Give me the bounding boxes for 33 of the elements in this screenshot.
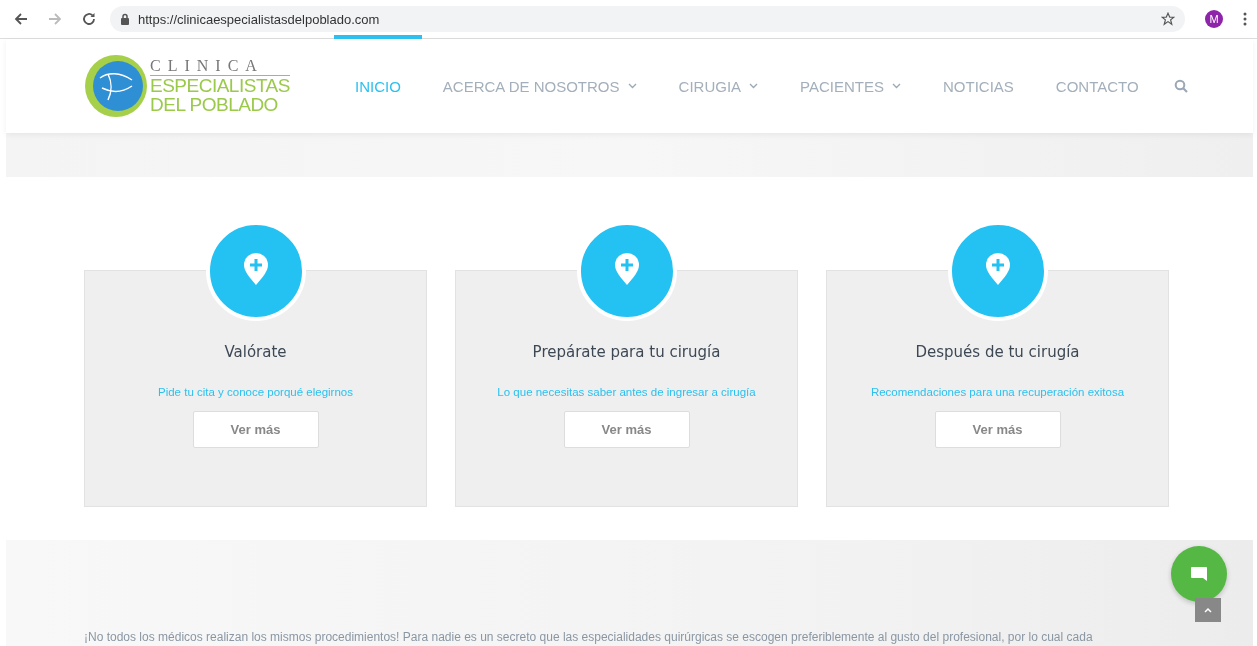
address-bar[interactable]: https://clinicaespecialistasdelpoblado.com (110, 6, 1185, 32)
more-menu-icon[interactable] (1243, 12, 1247, 26)
intro-paragraph: ¡No todos los médicos realizan los mismos procedimientos! Para nadie es un secreto que las especialidades quirúrgicas se escogen preferiblemente al gusto del profesional, por lo cual cada (84, 630, 1093, 644)
url-text: https://clinicaespecialistasdelpoblado.com (138, 11, 381, 27)
card-title: Después de tu cirugía (915, 343, 1080, 361)
card-subtitle: Pide tu cita y conoce porqué elegirnos (158, 386, 353, 398)
chevron-down-icon (891, 83, 901, 89)
logo-text: DEL POBLADO (150, 95, 279, 114)
chat-bubble-icon (1189, 564, 1209, 584)
back-icon[interactable] (14, 12, 28, 26)
lock-icon (120, 13, 130, 25)
logo-text: ESPECIALISTAS (150, 76, 290, 95)
nav-link[interactable]: NOTICIAS (921, 35, 1035, 133)
ver-mas-button[interactable]: Ver más (563, 411, 690, 448)
card-title: Valórate (224, 343, 287, 361)
chevron-down-icon (749, 83, 759, 89)
chat-button[interactable] (1171, 546, 1227, 602)
chevron-up-icon (1204, 607, 1212, 613)
ver-mas-button[interactable]: Ver más (934, 411, 1061, 448)
reload-icon[interactable] (82, 12, 96, 26)
nav-link[interactable]: PACIENTES (779, 35, 922, 133)
nav-link[interactable]: CIRUGIA (657, 35, 780, 133)
bookmark-star-icon[interactable] (1161, 12, 1175, 26)
profile-avatar[interactable]: M (1205, 10, 1223, 28)
nav-link[interactable]: ACERCA DE NOSOTROS (421, 35, 658, 133)
globe-logo-icon (84, 54, 148, 118)
card-subtitle: Recomendaciones para una recuperación exitosa (870, 386, 1125, 398)
card-subtitle: Lo que necesitas saber antes de ingresar a cirugía (497, 386, 756, 398)
chevron-down-icon (627, 83, 637, 89)
logo-text: CLINICA (150, 58, 290, 76)
ver-mas-button[interactable]: Ver más (192, 411, 319, 448)
card-title: Prepárate para tu cirugía (532, 343, 721, 361)
nav-link[interactable]: CONTACTO (1034, 35, 1160, 133)
